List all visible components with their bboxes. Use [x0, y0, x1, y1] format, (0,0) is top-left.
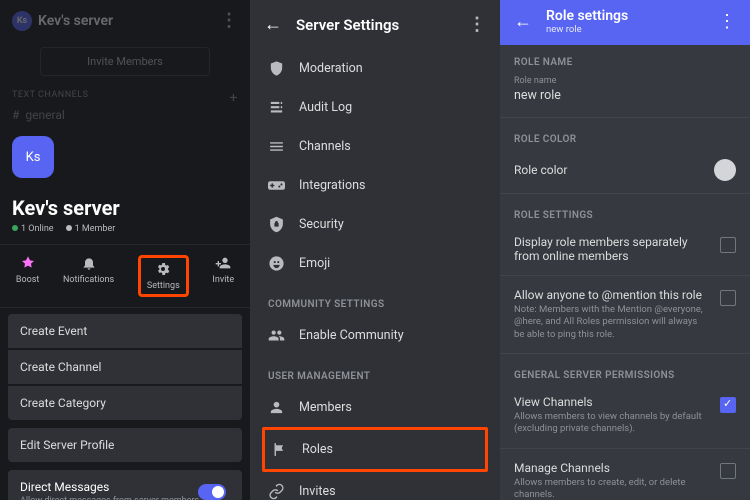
action-create-channel[interactable]: Create Channel	[8, 350, 242, 384]
menu-roles[interactable]: Roles	[265, 430, 485, 469]
dm-toggle[interactable]	[198, 484, 226, 500]
action-create-event[interactable]: Create Event	[8, 314, 242, 348]
server-settings-title: Server Settings	[296, 16, 399, 34]
server-panel: Ks Kev's server ⋮ Invite Members TEXT CH…	[0, 0, 250, 500]
role-settings-panel: ← Role settings new role ⋮ ROLE NAME Rol…	[500, 0, 750, 500]
checkbox-manage-channels[interactable]	[720, 463, 736, 479]
menu-invites[interactable]: Invites	[250, 472, 500, 500]
server-title: Kev's server	[0, 196, 250, 220]
menu-members[interactable]: Members	[250, 388, 500, 427]
flag-icon	[271, 441, 288, 458]
tab-settings[interactable]: Settings	[138, 255, 189, 297]
perm-view-channels[interactable]: View Channels Allows members to view cha…	[500, 387, 750, 444]
tab-invite[interactable]: Invite	[212, 255, 234, 297]
setting-display-separately[interactable]: Display role members separately from onl…	[500, 227, 750, 271]
server-settings-panel: ← Server Settings ⋮ Moderation Audit Log…	[250, 0, 500, 500]
menu-channels[interactable]: Channels	[250, 127, 500, 166]
add-channel-icon[interactable]: +	[230, 90, 238, 106]
boost-icon	[20, 255, 36, 271]
role-name-section-label: ROLE NAME	[500, 45, 750, 74]
menu-integrations[interactable]: Integrations	[250, 166, 500, 205]
checkbox-allow-mention[interactable]	[720, 290, 736, 306]
members-icon	[268, 399, 285, 416]
back-icon[interactable]: ←	[514, 11, 532, 32]
vertical-dots-icon[interactable]: ⋮	[718, 11, 736, 32]
setting-allow-mention[interactable]: Allow anyone to @mention this role Note:…	[500, 280, 750, 349]
gamepad-icon	[268, 177, 285, 194]
list-icon	[268, 99, 285, 116]
role-name-input[interactable]: new role	[514, 88, 736, 103]
checkbox-display-separately[interactable]	[720, 237, 736, 253]
shield-icon	[268, 60, 285, 77]
vertical-dots-icon[interactable]: ⋮	[220, 10, 238, 31]
vertical-dots-icon[interactable]: ⋮	[468, 14, 486, 35]
invite-icon	[215, 255, 231, 271]
bell-icon	[81, 255, 97, 271]
channel-general[interactable]: general	[0, 104, 250, 126]
gear-icon	[155, 261, 171, 277]
general-permissions-label: GENERAL SERVER PERMISSIONS	[500, 358, 750, 387]
user-management-label: USER MANAGEMENT	[250, 355, 500, 388]
back-icon[interactable]: ←	[264, 14, 282, 35]
text-channels-label: TEXT CHANNELS+	[0, 82, 250, 104]
role-settings-subtitle: new role	[546, 24, 628, 35]
action-create-category[interactable]: Create Category	[8, 386, 242, 420]
server-status: 1 Online 1 Member	[0, 220, 250, 244]
action-direct-messages[interactable]: Direct Messages Allow direct messages fr…	[8, 470, 242, 500]
role-color-row[interactable]: Role color	[500, 151, 750, 189]
server-avatar-large: Ks	[12, 136, 54, 178]
community-settings-label: COMMUNITY SETTINGS	[250, 283, 500, 316]
role-color-swatch[interactable]	[714, 159, 736, 181]
community-icon	[268, 327, 285, 344]
emoji-icon	[268, 255, 285, 272]
menu-emoji[interactable]: Emoji	[250, 244, 500, 283]
invite-members-button[interactable]: Invite Members	[40, 47, 210, 76]
server-tabbar: Boost Notifications Settings Invite	[0, 244, 250, 308]
menu-moderation[interactable]: Moderation	[250, 49, 500, 88]
server-header[interactable]: Ks Kev's server ⋮	[0, 0, 250, 41]
checkbox-view-channels[interactable]	[720, 397, 736, 413]
role-name-field-label: Role name	[514, 76, 736, 86]
menu-enable-community[interactable]: Enable Community	[250, 316, 500, 355]
channels-icon	[268, 138, 285, 155]
action-edit-server-profile[interactable]: Edit Server Profile	[8, 428, 242, 462]
role-color-section-label: ROLE COLOR	[500, 122, 750, 151]
server-name-small: Kev's server	[38, 13, 113, 29]
tab-boost[interactable]: Boost	[16, 255, 39, 297]
link-icon	[268, 483, 285, 500]
lock-shield-icon	[268, 216, 285, 233]
menu-security[interactable]: Security	[250, 205, 500, 244]
role-settings-section-label: ROLE SETTINGS	[500, 198, 750, 227]
perm-manage-channels[interactable]: Manage Channels Allows members to create…	[500, 453, 750, 500]
menu-audit-log[interactable]: Audit Log	[250, 88, 500, 127]
tab-notifications[interactable]: Notifications	[63, 255, 114, 297]
role-settings-title: Role settings	[546, 8, 628, 24]
server-avatar-small: Ks	[12, 11, 32, 31]
